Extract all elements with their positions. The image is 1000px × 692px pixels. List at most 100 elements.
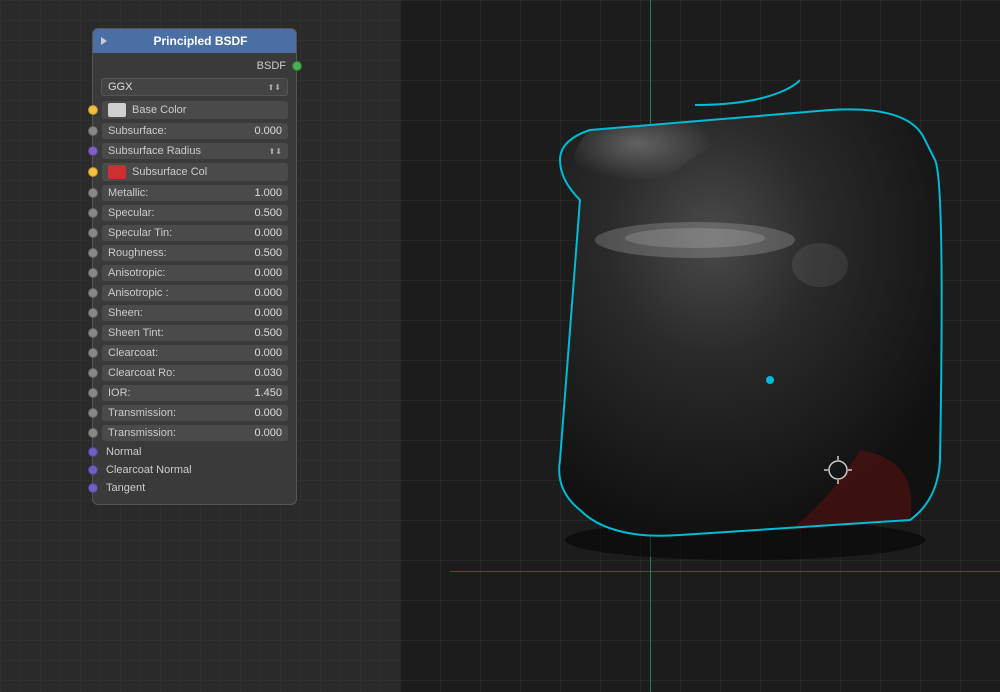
field-specular-tint[interactable]: Specular Tin: 0.000 [102,225,288,241]
socket-normal[interactable] [88,447,98,457]
bsdf-output-label: BSDF [257,60,286,72]
clearcoat-roughness-value: 0.030 [254,367,282,379]
transmission-roughness-value: 0.000 [254,427,282,439]
sheen-tint-value: 0.500 [254,327,282,339]
socket-roughness[interactable] [88,248,98,258]
field-row-tangent: Tangent [93,479,296,500]
clearcoat-label: Clearcoat: [108,347,158,359]
socket-specular[interactable] [88,208,98,218]
field-row-normal: Normal [93,443,296,461]
field-clearcoat[interactable]: Clearcoat: 0.000 [102,345,288,361]
socket-transmission-roughness[interactable] [88,428,98,438]
node-header[interactable]: Principled BSDF [93,29,296,53]
field-transmission-roughness[interactable]: Transmission: 0.000 [102,425,288,441]
socket-anisotropic[interactable] [88,268,98,278]
bsdf-output-socket[interactable] [292,61,302,71]
node-title: Principled BSDF [113,34,288,48]
field-specular[interactable]: Specular: 0.500 [102,205,288,221]
clearcoat-normal-label: Clearcoat Normal [106,464,192,476]
field-subsurface[interactable]: Subsurface: 0.000 [102,123,288,139]
collapse-icon [101,37,107,45]
dropdown-arrow-icon: ⬆⬇ [268,83,281,92]
field-row-anisotropic-rot: Anisotropic : 0.000 [93,283,296,303]
field-row-subsurface: Subsurface: 0.000 [93,121,296,141]
clearcoat-value: 0.000 [254,347,282,359]
specular-tint-value: 0.000 [254,227,282,239]
field-metallic[interactable]: Metallic: 1.000 [102,185,288,201]
subsurface-radius-label: Subsurface Radius [108,145,201,157]
field-row-sheen-tint: Sheen Tint: 0.500 [93,323,296,343]
transmission-value: 0.000 [254,407,282,419]
3d-object-viewport [480,80,1000,600]
field-subsurface-col[interactable]: Subsurface Col [102,163,288,181]
socket-anisotropic-rot[interactable] [88,288,98,298]
anisotropic-rot-label: Anisotropic : [108,287,169,299]
field-roughness[interactable]: Roughness: 0.500 [102,245,288,261]
base-color-swatch[interactable] [108,103,126,117]
socket-ior[interactable] [88,388,98,398]
transmission-roughness-label: Transmission: [108,427,176,439]
specular-value: 0.500 [254,207,282,219]
field-row-transmission-roughness: Transmission: 0.000 [93,423,296,443]
streak-highlight-inner [625,228,765,248]
socket-sheen-tint[interactable] [88,328,98,338]
field-anisotropic[interactable]: Anisotropic: 0.000 [102,265,288,281]
field-sheen-tint[interactable]: Sheen Tint: 0.500 [102,325,288,341]
distribution-dropdown-row[interactable]: GGX ⬆⬇ [93,75,296,99]
normal-label: Normal [106,446,141,458]
tangent-label: Tangent [106,482,145,494]
subsurface-col-label: Subsurface Col [132,166,207,178]
secondary-specular [792,243,848,287]
socket-transmission[interactable] [88,408,98,418]
socket-specular-tint[interactable] [88,228,98,238]
field-row-sheen: Sheen: 0.000 [93,303,296,323]
node-body: BSDF GGX ⬆⬇ Base Color [93,53,296,504]
field-ior[interactable]: IOR: 1.450 [102,385,288,401]
socket-tangent[interactable] [88,483,98,493]
field-subsurface-radius[interactable]: Subsurface Radius ⬆⬇ [102,143,288,159]
field-anisotropic-rot[interactable]: Anisotropic : 0.000 [102,285,288,301]
field-clearcoat-roughness[interactable]: Clearcoat Ro: 0.030 [102,365,288,381]
sheen-value: 0.000 [254,307,282,319]
field-base-color[interactable]: Base Color [102,101,288,119]
field-row-specular: Specular: 0.500 [93,203,296,223]
principled-bsdf-node[interactable]: Principled BSDF BSDF GGX ⬆⬇ Base Col [92,28,297,505]
field-row-specular-tint: Specular Tin: 0.000 [93,223,296,243]
ior-value: 1.450 [254,387,282,399]
sheen-label: Sheen: [108,307,143,319]
origin-dot [766,376,774,384]
base-color-label: Base Color [132,104,186,116]
socket-metallic[interactable] [88,188,98,198]
field-row-clearcoat-normal: Clearcoat Normal [93,461,296,479]
socket-sheen[interactable] [88,308,98,318]
socket-subsurface[interactable] [88,126,98,136]
socket-clearcoat[interactable] [88,348,98,358]
sheen-tint-label: Sheen Tint: [108,327,164,339]
transmission-label: Transmission: [108,407,176,419]
socket-clearcoat-normal[interactable] [88,465,98,475]
subsurface-col-swatch[interactable] [108,165,126,179]
metallic-value: 1.000 [254,187,282,199]
field-row-clearcoat: Clearcoat: 0.000 [93,343,296,363]
subsurface-label: Subsurface: [108,125,167,137]
socket-clearcoat-roughness[interactable] [88,368,98,378]
field-transmission[interactable]: Transmission: 0.000 [102,405,288,421]
socket-subsurface-radius[interactable] [88,146,98,156]
field-row-anisotropic: Anisotropic: 0.000 [93,263,296,283]
socket-subsurface-col[interactable] [88,167,98,177]
anisotropic-rot-value: 0.000 [254,287,282,299]
distribution-select[interactable]: GGX ⬆⬇ [101,78,288,96]
field-row-base-color: Base Color [93,99,296,121]
field-row-subsurface-col: Subsurface Col [93,161,296,183]
subsurface-radius-arrow-icon: ⬆⬇ [269,147,282,156]
node-editor-panel: Principled BSDF BSDF GGX ⬆⬇ Base Col [0,0,400,692]
viewport-3d-panel[interactable] [400,0,1000,692]
socket-base-color[interactable] [88,105,98,115]
specular-label: Specular: [108,207,154,219]
ior-label: IOR: [108,387,131,399]
field-sheen[interactable]: Sheen: 0.000 [102,305,288,321]
field-row-roughness: Roughness: 0.500 [93,243,296,263]
anisotropic-value: 0.000 [254,267,282,279]
subsurface-value: 0.000 [254,125,282,137]
anisotropic-label: Anisotropic: [108,267,165,279]
